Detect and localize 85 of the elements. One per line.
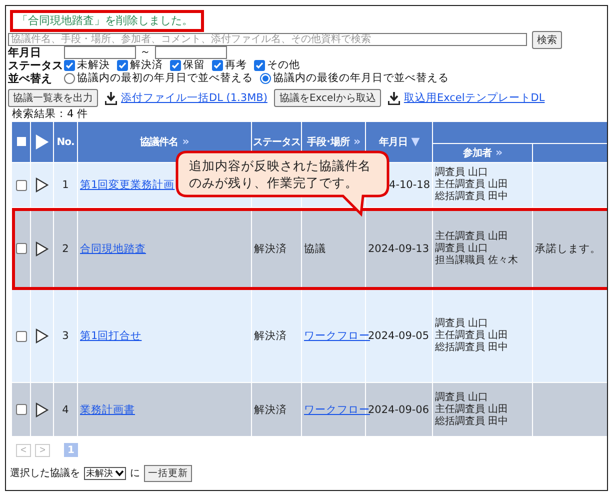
radio-button[interactable] — [260, 73, 271, 84]
participant-name: 主任調査員 山田 — [435, 330, 510, 342]
filter-label: ステータス — [8, 59, 60, 72]
play-icon[interactable] — [35, 177, 49, 193]
participant-name: 主任調査員 山田 — [435, 179, 510, 190]
participant-name: 担当課職員 佐々木 — [435, 254, 520, 266]
participant-name: 総括調査員 田中 — [435, 191, 510, 203]
row-number: 4 — [62, 404, 69, 416]
row-number: 3 — [62, 330, 69, 342]
method-link[interactable]: ワークフロー — [304, 404, 370, 416]
callout-text: 追加内容が反映された協議件名 のみが残り、作業完了です。 — [189, 157, 371, 191]
row-checkbox[interactable] — [16, 404, 26, 416]
expand-icon[interactable]: » — [495, 146, 502, 159]
download-link[interactable]: 取込用ExcelテンプレートDL — [404, 91, 545, 105]
participant-name: 調査員 山口 — [435, 318, 490, 330]
previous-page-button[interactable]: < — [16, 444, 31, 456]
column-header[interactable]: 手段･場所 — [306, 137, 350, 148]
date-text: 2024-09-05 — [368, 330, 430, 342]
play-icon[interactable] — [35, 402, 49, 418]
status-text: 解決済 — [254, 404, 287, 416]
download-icon[interactable] — [105, 92, 117, 104]
action-button[interactable]: 協議をExcelから取込 — [274, 89, 381, 107]
row-checkbox[interactable] — [16, 243, 26, 254]
status-select[interactable]: 未解決 — [84, 466, 126, 480]
status-message: 「合同現地踏査」を削除しました。 — [10, 10, 204, 32]
title-link[interactable]: 第1回変更業務計画 — [80, 179, 175, 191]
checkbox-label: 再考 — [225, 59, 247, 72]
bulk-label: に — [130, 467, 140, 480]
status-text: 解決済 — [254, 242, 287, 254]
comment-text: 承諾します。 — [535, 242, 601, 254]
checkbox-label: 保留 — [183, 59, 205, 72]
participant-name: 調査員 山口 — [435, 167, 490, 178]
download-icon[interactable] — [388, 92, 400, 104]
sort-arrow-icon[interactable]: ▼ — [411, 135, 420, 148]
filter-label: 年月日 — [8, 46, 42, 59]
download-link[interactable]: 添付ファイル一括DL (1.3MB) — [121, 91, 268, 105]
checkbox-label: 解決済 — [130, 59, 163, 72]
status-text: 解決済 — [254, 330, 287, 342]
participant-name: 総括調査員 田中 — [435, 342, 510, 354]
column-header[interactable]: 年月日 — [378, 137, 408, 148]
row-checkbox[interactable] — [16, 330, 26, 342]
row-number: 1 — [62, 179, 69, 191]
play-icon[interactable] — [35, 240, 49, 256]
bulk-label: 選択した協議を — [10, 466, 80, 480]
checkbox[interactable] — [64, 60, 75, 71]
filter-label: 並べ替え — [8, 72, 53, 85]
expand-icon[interactable]: » — [182, 135, 189, 148]
checkbox-label: その他 — [267, 59, 300, 72]
next-page-button[interactable]: > — [35, 444, 50, 456]
row-number: 2 — [62, 242, 69, 254]
checkbox-label: 未解決 — [77, 59, 110, 72]
play-icon[interactable] — [35, 328, 49, 344]
title-link[interactable]: 合同現地踏査 — [80, 242, 146, 254]
column-header[interactable]: 協議件名 — [140, 137, 178, 148]
date-field[interactable] — [155, 46, 227, 59]
checkbox[interactable] — [170, 60, 181, 71]
title-link[interactable]: 第1回打合せ — [80, 330, 142, 342]
checkbox[interactable] — [254, 60, 265, 71]
checkbox[interactable] — [117, 60, 128, 71]
radio-button[interactable] — [64, 73, 75, 84]
date-text: 2024-09-06 — [368, 404, 430, 416]
participant-name: 主任調査員 山田 — [435, 404, 510, 416]
date-text: 2024-09-13 — [368, 242, 430, 254]
participant-name: 調査員 山口 — [435, 242, 490, 254]
participant-name: 主任調査員 山田 — [435, 230, 510, 242]
participant-name: 総括調査員 田中 — [435, 416, 510, 428]
date-text: 4-10-18 — [389, 179, 430, 191]
checkbox[interactable] — [212, 60, 223, 71]
radio-label: 協議内の最後の年月日で並べ替える — [273, 72, 449, 85]
result-count: 検索結果：4 件 — [12, 107, 90, 121]
bulk-update-button[interactable]: 一括更新 — [144, 464, 192, 482]
participant-name: 調査員 山口 — [435, 392, 490, 404]
method-text: 協議 — [304, 242, 326, 254]
date-field[interactable] — [64, 46, 136, 59]
method-link[interactable]: ワークフロー — [304, 330, 370, 342]
expand-icon[interactable]: » — [353, 135, 360, 148]
chevron-icon — [115, 469, 124, 477]
select-all-checkbox[interactable] — [16, 137, 26, 146]
range-separator: ～ — [140, 46, 151, 59]
title-link[interactable]: 業務計画書 — [80, 404, 135, 416]
action-button[interactable]: 協議一覧表を出力 — [8, 89, 98, 107]
search-button[interactable]: 検索 — [532, 30, 562, 48]
radio-label: 協議内の最初の年月日で並べ替える — [77, 72, 253, 85]
row-checkbox[interactable] — [16, 180, 26, 191]
column-header[interactable]: 参加者 — [462, 148, 492, 159]
